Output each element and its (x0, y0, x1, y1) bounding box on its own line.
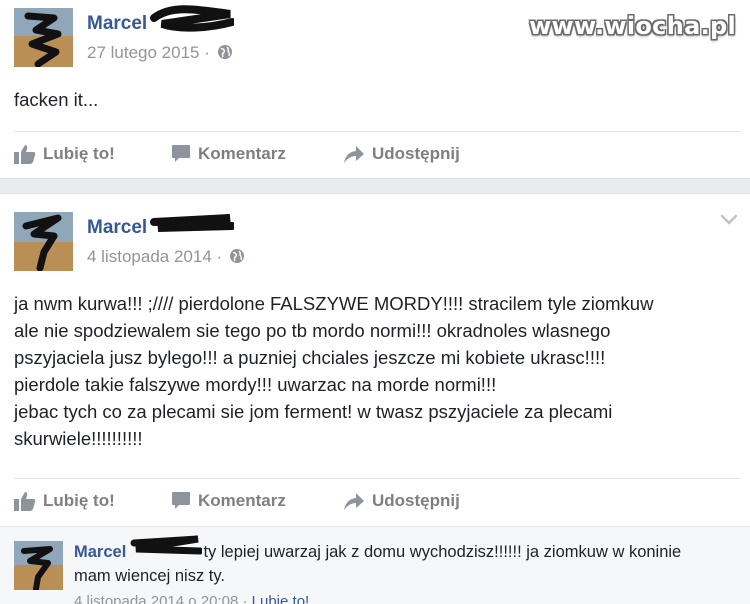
comment-button[interactable]: Komentarz (171, 139, 286, 169)
post-text-line: pierdole takie falszywe mordy!!! uwarzac… (14, 374, 497, 395)
thumbs-up-icon (14, 492, 36, 511)
author-name[interactable]: Marcel (87, 217, 147, 239)
author-avatar[interactable] (14, 212, 73, 271)
post-text-line: pszyjaciela jusz bylego!!! a puzniej chc… (14, 347, 606, 368)
like-button[interactable]: Lubię to! (14, 139, 115, 169)
thumbs-up-icon (14, 145, 36, 164)
globe-icon[interactable] (229, 248, 245, 264)
comment-icon (172, 145, 190, 162)
share-label: Udostępnij (372, 144, 460, 163)
share-label: Udostępnij (372, 491, 460, 510)
comment-date[interactable]: 4 listopada 2014 o 20:08 (74, 593, 238, 604)
post-text-line: ja nwm kurwa!!! ;//// pierdolone FALSZYW… (14, 293, 654, 314)
post-2: Marcel 4 listopada 2014 · ja nwm kurwa!!… (0, 194, 750, 604)
post-date[interactable]: 4 listopada 2014 (87, 247, 212, 266)
post-text: ja nwm kurwa!!! ;//// pierdolone FALSZYW… (14, 290, 740, 452)
actions-divider (14, 478, 740, 479)
post-meta: 27 lutego 2015 · (87, 43, 233, 63)
post-date[interactable]: 27 lutego 2015 (87, 43, 200, 62)
redaction-scribble (150, 5, 234, 32)
author-avatar[interactable] (14, 8, 73, 67)
post-text-line: skurwiele!!!!!!!!!! (14, 428, 143, 449)
post-meta: 4 listopada 2014 · (87, 247, 245, 267)
share-button[interactable]: Udostępnij (343, 486, 460, 516)
post-text: facken it... (14, 89, 99, 110)
comment-section: Marcel ty lepiej uwarzaj jak z domu wych… (0, 526, 750, 604)
like-label: Lubię to! (43, 491, 115, 510)
redaction-scribble (150, 214, 234, 232)
post-actions: Lubię to! Komentarz Udostępnij (0, 486, 750, 516)
comment-like-link[interactable]: Lubię to! (252, 593, 310, 604)
meta-separator: · (242, 593, 248, 604)
site-watermark: www.wiocha.pl (529, 12, 736, 40)
meta-separator: · (204, 43, 210, 62)
like-label: Lubię to! (43, 144, 115, 163)
comment-label: Komentarz (198, 144, 286, 163)
feed-separator (0, 178, 750, 194)
share-button[interactable]: Udostępnij (343, 139, 460, 169)
comment-label: Komentarz (198, 491, 286, 510)
post-text-line: jebac tych co za plecami sie jom ferment… (14, 401, 613, 422)
comment-body: Marcel ty lepiej uwarzaj jak z domu wych… (74, 540, 714, 588)
share-arrow-icon (344, 146, 364, 163)
commenter-name[interactable]: Marcel (74, 543, 126, 561)
comment-meta: 4 listopada 2014 o 20:08 · Lubię to! (74, 593, 309, 604)
like-button[interactable]: Lubię to! (14, 486, 115, 516)
chevron-down-icon[interactable] (720, 214, 738, 226)
commenter-avatar[interactable] (14, 541, 63, 590)
post-actions: Lubię to! Komentarz Udostępnij (0, 139, 750, 169)
post-text-line: ale nie spodziewalem sie tego po tb mord… (14, 320, 611, 341)
comment-text: ty lepiej uwarzaj jak z domu wychodzisz!… (74, 543, 682, 585)
globe-icon[interactable] (217, 44, 233, 60)
meta-separator: · (216, 247, 223, 266)
comment-button[interactable]: Komentarz (171, 486, 286, 516)
author-name[interactable]: Marcel (87, 13, 147, 35)
actions-divider (14, 131, 740, 132)
comment-icon (172, 492, 190, 509)
share-arrow-icon (344, 493, 364, 510)
